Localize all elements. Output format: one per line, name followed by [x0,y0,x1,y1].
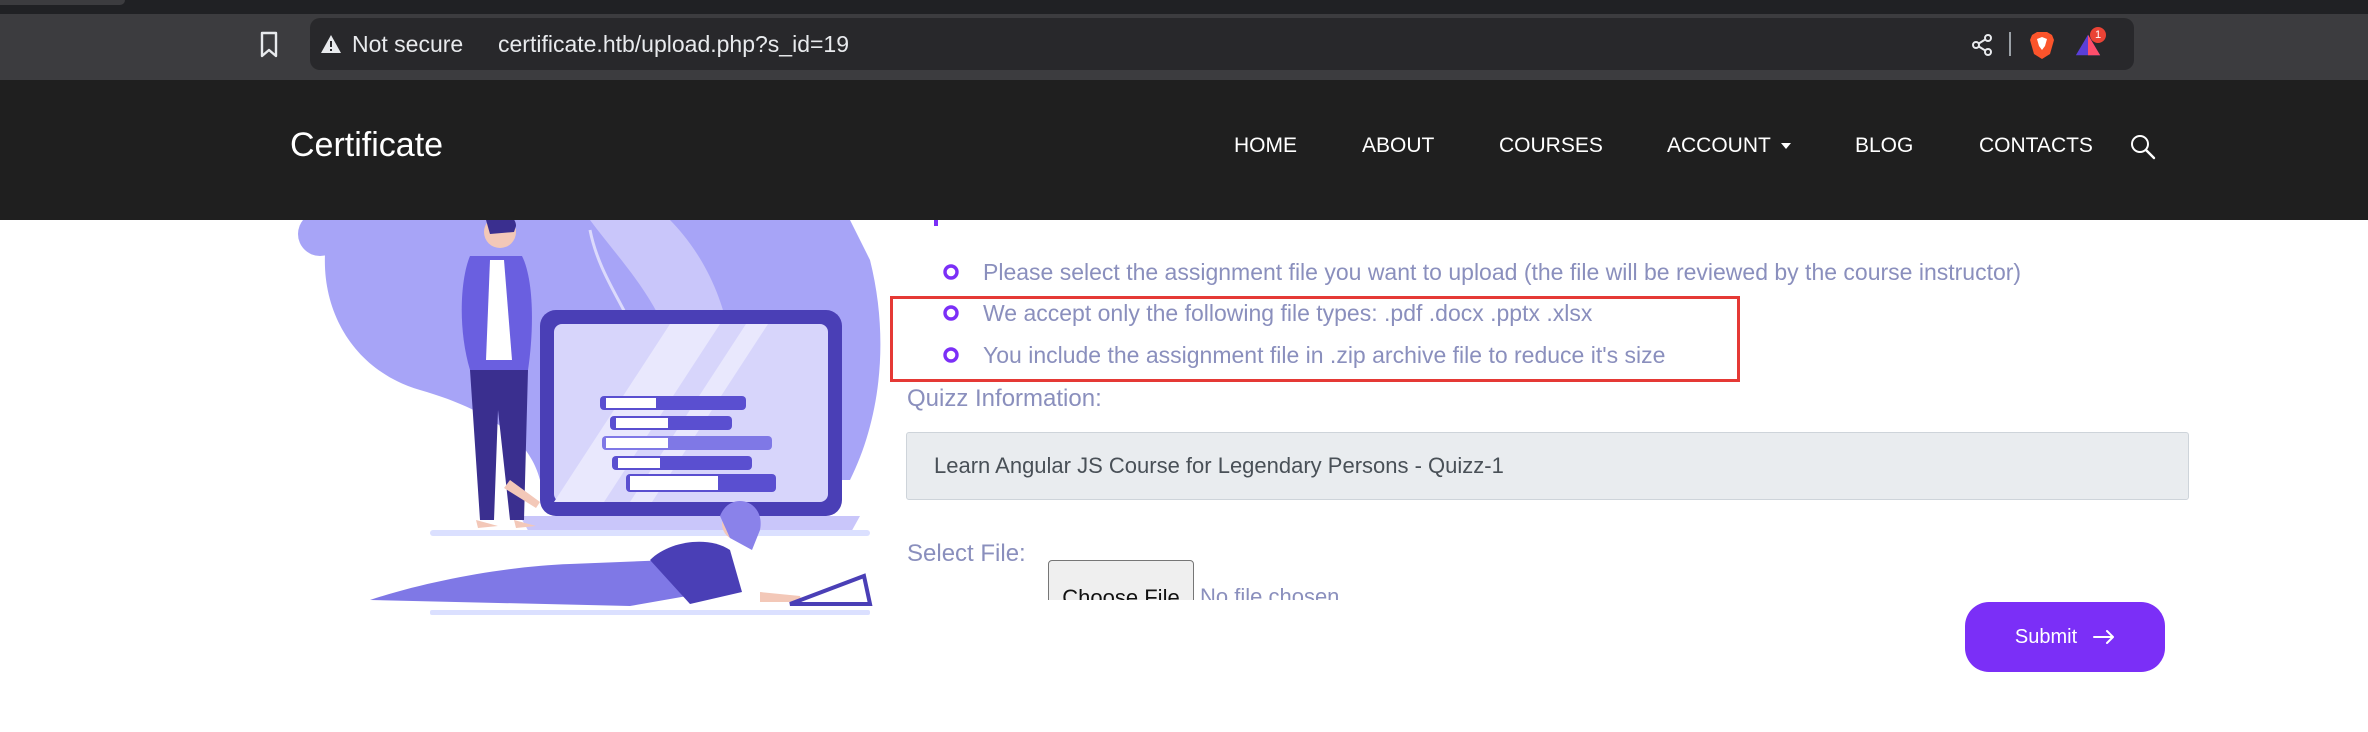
nav-courses[interactable]: COURSES [1499,134,1603,158]
bullet-circle-icon [943,264,959,280]
share-icon [1972,34,1992,56]
toolbar-separator [2009,32,2011,56]
section-heading-fragment [934,220,938,226]
instruction-select-file: Please select the assignment file you wa… [983,259,2022,285]
arrow-right-icon [2093,630,2115,644]
caret-down-icon [1780,143,1791,150]
nav-about[interactable]: ABOUT [1362,134,1434,158]
highlight-annotation [890,296,1740,382]
brand-logo[interactable]: Certificate [290,126,443,165]
people-laptop-illustration [298,220,881,615]
browser-toolbar: Not secure certificate.htb/upload.php?s_… [0,0,2368,80]
share-button[interactable] [1968,31,1996,59]
tab-strip [0,0,2368,14]
upload-illustration [290,220,890,615]
address-bar[interactable]: Not secure certificate.htb/upload.php?s_… [310,18,2134,70]
submit-button[interactable]: Submit [1965,602,2165,672]
brave-shields-button[interactable] [2028,31,2056,59]
site-security-chip[interactable]: Not secure [320,18,463,70]
quiz-info-field: Learn Angular JS Course for Legendary Pe… [906,432,2189,500]
search-icon [2131,135,2156,160]
select-file-label: Select File: [907,540,1026,567]
nav-account[interactable]: ACCOUNT [1667,134,1791,158]
warning-icon [321,35,341,53]
submit-label: Submit [2014,625,2078,648]
nav-home[interactable]: HOME [1234,134,1297,158]
active-tab-edge[interactable] [0,0,125,5]
search-button[interactable] [2128,132,2158,162]
no-file-chosen-text: No file chosen [1200,584,1340,600]
brave-shield-icon [2030,32,2054,59]
quiz-info-value: Learn Angular JS Course for Legendary Pe… [934,453,1504,478]
nav-contacts[interactable]: CONTACTS [1979,134,2093,158]
choose-file-button[interactable]: Choose File [1048,560,1194,600]
site-header: Certificate HOME ABOUT COURSES ACCOUNT B… [0,80,2368,220]
security-label: Not secure [352,30,464,57]
url-text[interactable]: certificate.htb/upload.php?s_id=19 [498,18,849,70]
bookmark-icon [260,31,278,58]
quiz-info-label: Quizz Information: [907,385,1102,412]
notification-badge: 1 [2090,27,2106,43]
brave-rewards-button[interactable]: 1 [2074,27,2106,59]
bookmark-button[interactable] [256,28,282,62]
nav-account-label: ACCOUNT [1667,134,1771,157]
nav-blog[interactable]: BLOG [1855,134,1913,158]
